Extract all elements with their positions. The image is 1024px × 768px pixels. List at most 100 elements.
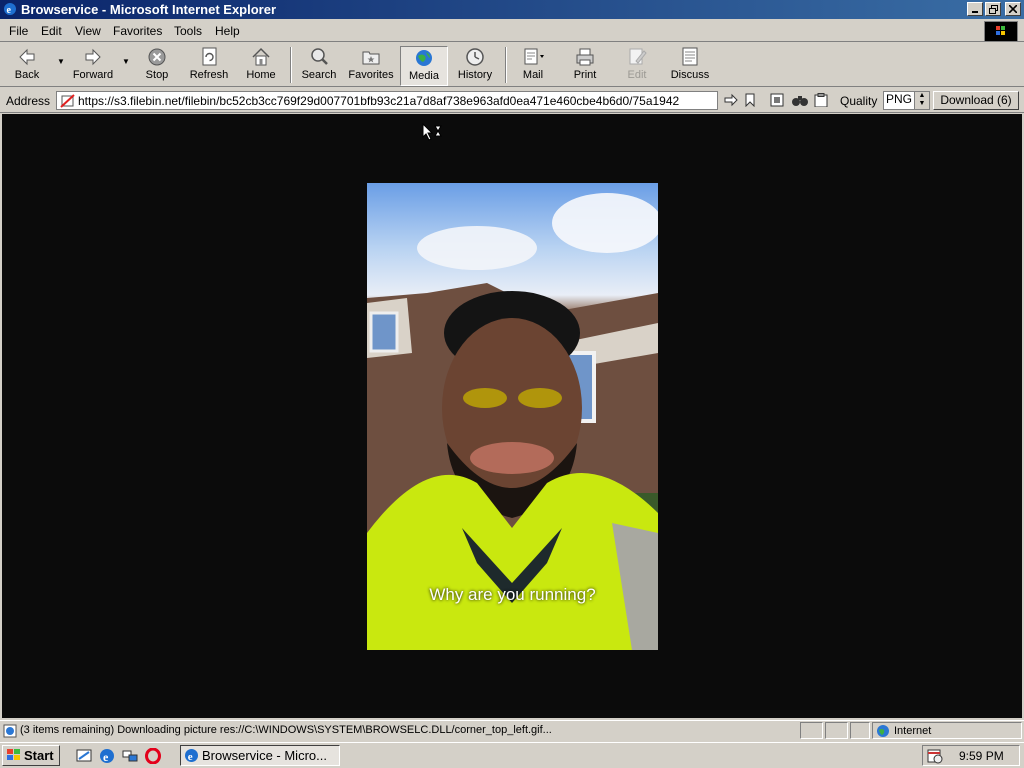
edit-label: Edit: [627, 69, 647, 81]
minimize-button[interactable]: [967, 2, 983, 16]
quality-label: Quality: [840, 94, 878, 108]
video-caption: Why are you running?: [429, 585, 596, 604]
internet-zone-globe-icon: [876, 724, 890, 741]
toolbar: Back ▼ Forward ▼ Stop Refresh Home Searc…: [0, 43, 1024, 87]
status-bar: (3 items remaining) Downloading picture …: [0, 720, 1024, 740]
history-clock-icon: [454, 46, 496, 68]
status-text: (3 items remaining) Downloading picture …: [20, 724, 552, 736]
download-button[interactable]: Download (6): [933, 91, 1019, 110]
restore-button[interactable]: [985, 2, 1001, 16]
close-button[interactable]: [1005, 2, 1021, 16]
browser-viewport[interactable]: Why are you running?: [2, 114, 1022, 718]
favorites-button[interactable]: Favorites: [346, 46, 396, 86]
stop-label: Stop: [145, 69, 169, 81]
view-page-icon[interactable]: [770, 93, 784, 110]
edit-pencil-icon: [622, 46, 652, 68]
home-label: Home: [246, 69, 276, 81]
status-pane: [800, 722, 823, 739]
discuss-button[interactable]: Discuss: [668, 46, 712, 86]
windows-flag-icon: [6, 748, 22, 767]
address-field[interactable]: [56, 91, 718, 110]
back-dropdown-icon[interactable]: ▼: [57, 57, 65, 66]
toolbar-separator: [505, 47, 507, 83]
home-icon: [242, 46, 280, 68]
refresh-icon: [187, 46, 231, 68]
forward-label: Forward: [72, 69, 114, 81]
mail-label: Mail: [522, 69, 544, 81]
scheduler-icon[interactable]: [927, 748, 943, 767]
back-button[interactable]: Back: [6, 46, 48, 86]
forward-arrow-icon: [70, 46, 116, 68]
quality-value: PNG: [886, 92, 913, 106]
print-button[interactable]: Print: [568, 46, 602, 86]
search-label: Search: [301, 69, 337, 81]
search-icon: [298, 46, 340, 68]
favorites-label: Favorites: [348, 69, 394, 81]
menu-bar: File Edit View Favorites Tools Help: [0, 20, 1024, 42]
taskbar: Start e e Browservice - Micro... 9:59 PM: [0, 742, 1024, 768]
url-input[interactable]: [78, 93, 714, 108]
toolbar-separator: [290, 47, 292, 83]
print-label: Print: [573, 69, 597, 81]
back-label: Back: [14, 69, 40, 81]
search-button[interactable]: Search: [298, 46, 340, 86]
start-button[interactable]: Start: [2, 745, 60, 766]
video-frame-image: Why are you running?: [367, 183, 658, 650]
clock: 9:59 PM: [959, 749, 1004, 763]
address-label: Address: [6, 94, 51, 108]
menu-edit[interactable]: Edit: [41, 24, 62, 38]
find-binoculars-icon[interactable]: [791, 93, 809, 110]
window-title: Browservice - Microsoft Internet Explore…: [21, 2, 277, 17]
refresh-button[interactable]: Refresh: [187, 46, 231, 86]
history-button[interactable]: History: [454, 46, 496, 86]
clipboard-icon[interactable]: [814, 93, 828, 110]
status-pane: [850, 722, 870, 739]
svg-text:e: e: [103, 750, 109, 764]
network-icon[interactable]: [122, 748, 138, 767]
menu-view[interactable]: View: [75, 24, 101, 38]
refresh-label: Refresh: [189, 69, 229, 81]
go-arrow-icon[interactable]: [723, 93, 739, 110]
home-button[interactable]: Home: [242, 46, 280, 86]
quality-select[interactable]: PNG ▲ ▼: [883, 91, 930, 110]
menu-help[interactable]: Help: [215, 24, 240, 38]
menu-tools[interactable]: Tools: [174, 24, 202, 38]
ie-icon: e: [3, 2, 17, 19]
no-security-icon: [60, 94, 75, 109]
quality-spin-icon[interactable]: ▲ ▼: [914, 92, 929, 109]
busy-cursor-icon: [422, 122, 446, 144]
discuss-icon: [668, 46, 712, 68]
menu-favorites[interactable]: Favorites: [113, 24, 162, 38]
start-label: Start: [24, 748, 54, 763]
stop-button[interactable]: Stop: [140, 46, 174, 86]
security-zone-label: Internet: [894, 725, 932, 737]
status-pane: [825, 722, 848, 739]
bookmark-icon[interactable]: [744, 93, 756, 110]
favorites-folder-icon: [346, 46, 396, 68]
address-bar: Address Quality PNG ▲▼ Download (6): [0, 88, 1024, 113]
forward-button[interactable]: Forward: [70, 46, 116, 86]
show-desktop-icon[interactable]: [76, 748, 92, 767]
menu-file[interactable]: File: [9, 24, 28, 38]
taskbar-browservice-window[interactable]: e Browservice - Micro...: [180, 745, 340, 766]
mail-icon: [514, 46, 552, 68]
title-bar[interactable]: e Browservice - Microsoft Internet Explo…: [0, 0, 1024, 19]
discuss-label: Discuss: [670, 69, 710, 81]
internet-explorer-icon[interactable]: e: [99, 748, 115, 767]
back-arrow-icon: [6, 46, 48, 68]
edit-button[interactable]: Edit: [622, 46, 652, 86]
media-button[interactable]: Media: [400, 46, 448, 86]
stop-icon: [140, 46, 174, 68]
mail-button[interactable]: Mail: [514, 46, 552, 86]
svg-text:e: e: [7, 5, 12, 16]
svg-text:e: e: [188, 751, 193, 763]
printer-icon: [568, 46, 602, 68]
forward-dropdown-icon[interactable]: ▼: [122, 57, 130, 66]
history-label: History: [457, 69, 493, 81]
photo-illustration: [367, 193, 658, 650]
page-loading-icon: [3, 724, 17, 741]
opera-icon[interactable]: [145, 747, 161, 767]
media-label: Media: [409, 70, 439, 82]
media-globe-icon: [401, 47, 447, 69]
ie-task-icon: e: [184, 748, 199, 768]
